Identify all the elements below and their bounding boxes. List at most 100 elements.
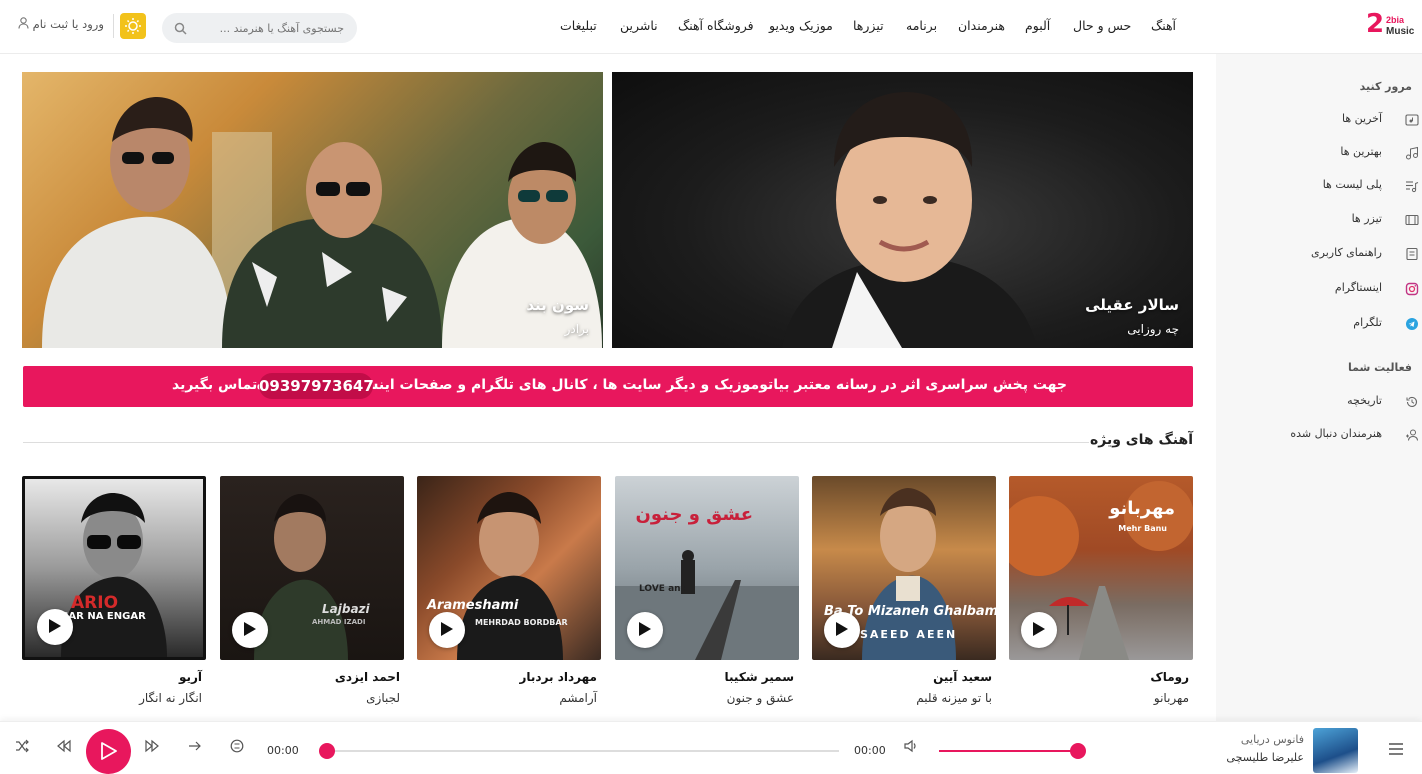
nav-music-video[interactable]: موزیک ویدیو xyxy=(769,18,833,33)
nav-mood[interactable]: حس و حال xyxy=(1073,18,1131,33)
search-icon[interactable] xyxy=(174,22,187,35)
banner-song: چه روزایی xyxy=(1127,322,1179,336)
play-button[interactable] xyxy=(824,612,860,648)
song-card[interactable]: ARIO ENGAR NA ENGAR xyxy=(22,476,206,660)
repeat-arrow-icon[interactable] xyxy=(188,739,202,753)
seek-handle[interactable] xyxy=(319,743,335,759)
song-card[interactable]: Lajbazi AHMAD IZADI xyxy=(220,476,404,660)
card-artist[interactable]: آریو xyxy=(179,670,202,684)
promo-cta: تماس بگیرید xyxy=(172,377,258,393)
nav-song[interactable]: آهنگ xyxy=(1151,18,1176,33)
search-input[interactable] xyxy=(192,13,352,43)
film-icon xyxy=(1405,214,1419,226)
user-icon xyxy=(18,17,29,29)
nav-store[interactable]: فروشگاه آهنگ xyxy=(678,18,754,33)
speed-icon[interactable] xyxy=(230,739,244,753)
sidebar-item-history[interactable]: تاریخچه xyxy=(1216,392,1422,414)
play-icon xyxy=(441,622,453,636)
sidebar-item-telegram[interactable]: تلگرام xyxy=(1216,314,1422,336)
card-song[interactable]: عشق و جنون xyxy=(727,691,794,705)
nav-publishers[interactable]: ناشرین xyxy=(620,18,658,33)
banner-artist: سالار عقیلی xyxy=(1085,296,1179,314)
sidebar-item-label: تاریخچه xyxy=(1347,394,1382,407)
banner-featured-2[interactable]: سون بند برادر xyxy=(22,72,603,348)
sidebar-item-label: تلگرام xyxy=(1353,316,1382,329)
main-play-button[interactable] xyxy=(86,729,131,774)
volume-slider[interactable] xyxy=(939,750,1078,752)
volume-handle[interactable] xyxy=(1070,743,1086,759)
header: 2 2bia Music آهنگ حس و حال آلبوم هنرمندا… xyxy=(0,0,1422,54)
seek-bar[interactable] xyxy=(319,750,839,752)
sidebar-item-label: راهنمای کاربری xyxy=(1311,246,1382,259)
banner-artist: سون بند xyxy=(526,296,589,314)
card-song[interactable]: انگار نه انگار xyxy=(139,691,202,705)
play-button[interactable] xyxy=(37,609,73,645)
instagram-icon xyxy=(1405,282,1419,296)
play-button[interactable] xyxy=(627,612,663,648)
card-artist[interactable]: احمد ایزدی xyxy=(335,670,400,684)
card-artist[interactable]: سمیر شکیبا xyxy=(725,670,794,684)
user-follow-icon xyxy=(1406,429,1418,441)
banner-song: برادر xyxy=(564,322,589,336)
theme-toggle-button[interactable] xyxy=(120,13,146,39)
header-divider xyxy=(113,14,114,38)
song-card[interactable]: Ba To Mizaneh Ghalbam SAEED AEEN xyxy=(812,476,996,660)
promo-banner: جهت پخش سراسری اثر در رسانه معتبر بیاتوم… xyxy=(23,366,1193,407)
song-card[interactable]: مهربانو Mehr Banu xyxy=(1009,476,1193,660)
sidebar-item-playlists[interactable]: پلی لیست ها xyxy=(1216,176,1422,198)
now-playing-title[interactable]: فانوس دریایی xyxy=(1241,733,1304,746)
cover-title: Lajbazi xyxy=(322,602,370,616)
sidebar-item-label: پلی لیست ها xyxy=(1322,178,1382,191)
next-icon[interactable] xyxy=(145,739,159,753)
now-playing-artist[interactable]: علیرضا طلیسچی xyxy=(1226,751,1304,764)
sidebar-item-teasers[interactable]: تیزر ها xyxy=(1216,210,1422,232)
shuffle-icon[interactable] xyxy=(15,739,29,753)
volume-icon[interactable] xyxy=(904,739,918,753)
login-link[interactable]: ورود یا ثبت نام xyxy=(18,17,104,31)
sidebar-item-label: بهترین ها xyxy=(1340,145,1382,158)
menu-icon[interactable] xyxy=(1389,743,1403,755)
card-artist[interactable]: مهرداد بردبار xyxy=(520,670,597,684)
activity-heading: فعالیت شما xyxy=(1348,361,1412,374)
song-card[interactable]: Arameshami MEHRDAD BORDBAR xyxy=(417,476,601,660)
banner-featured-1[interactable]: سالار عقیلی چه روزایی xyxy=(612,72,1193,348)
sidebar-item-instagram[interactable]: اینستاگرام xyxy=(1216,279,1422,301)
play-icon xyxy=(836,622,848,636)
previous-icon[interactable] xyxy=(57,739,71,753)
duration-time: 00:00 xyxy=(854,744,886,757)
sidebar-item-best[interactable]: بهترین ها xyxy=(1216,143,1422,165)
nav-program[interactable]: برنامه xyxy=(906,18,937,33)
card-artist[interactable]: روماک xyxy=(1150,670,1189,684)
sidebar-item-followed-artists[interactable]: هنرمندان دنبال شده xyxy=(1216,425,1422,447)
login-label: ورود یا ثبت نام xyxy=(32,17,104,31)
history-icon xyxy=(1406,396,1418,408)
card-artist[interactable]: سعید آیین xyxy=(933,670,992,684)
promo-phone[interactable]: 09397973647 xyxy=(259,373,374,399)
now-playing-cover[interactable] xyxy=(1313,728,1358,773)
sidebar-item-guide[interactable]: راهنمای کاربری xyxy=(1216,244,1422,266)
sidebar-item-label: آخرین ها xyxy=(1341,112,1382,125)
card-song[interactable]: مهربانو xyxy=(1154,691,1189,705)
logo[interactable]: 2 2bia Music xyxy=(1366,9,1416,43)
section-title: آهنگ های ویژه xyxy=(1089,432,1193,448)
nav-teasers[interactable]: تیزرها xyxy=(853,18,884,33)
play-icon xyxy=(639,622,651,636)
song-card[interactable]: عشق و جنون LOVE and xyxy=(615,476,799,660)
promo-message: جهت پخش سراسری اثر در رسانه معتبر بیاتوم… xyxy=(256,377,1067,393)
sidebar-item-latest[interactable]: آخرین ها xyxy=(1216,110,1422,132)
search-box xyxy=(162,13,357,43)
nav-ads[interactable]: تبلیغات xyxy=(560,18,597,33)
play-button[interactable] xyxy=(232,612,268,648)
sidebar: مرور کنید آخرین ها بهترین ها پلی لیست ها… xyxy=(1216,54,1422,721)
play-button[interactable] xyxy=(1021,612,1057,648)
music-notes-icon xyxy=(1406,146,1418,160)
nav-artists[interactable]: هنرمندان xyxy=(958,18,1005,33)
card-song[interactable]: با تو میزنه قلبم xyxy=(916,691,992,705)
card-song[interactable]: لجبازی xyxy=(366,691,400,705)
play-button[interactable] xyxy=(429,612,465,648)
section-divider xyxy=(23,442,1089,443)
play-icon xyxy=(1033,622,1045,636)
nav-album[interactable]: آلبوم xyxy=(1025,18,1050,33)
cover-subtitle: LOVE and xyxy=(639,584,687,594)
card-song[interactable]: آرامشم xyxy=(559,691,597,705)
